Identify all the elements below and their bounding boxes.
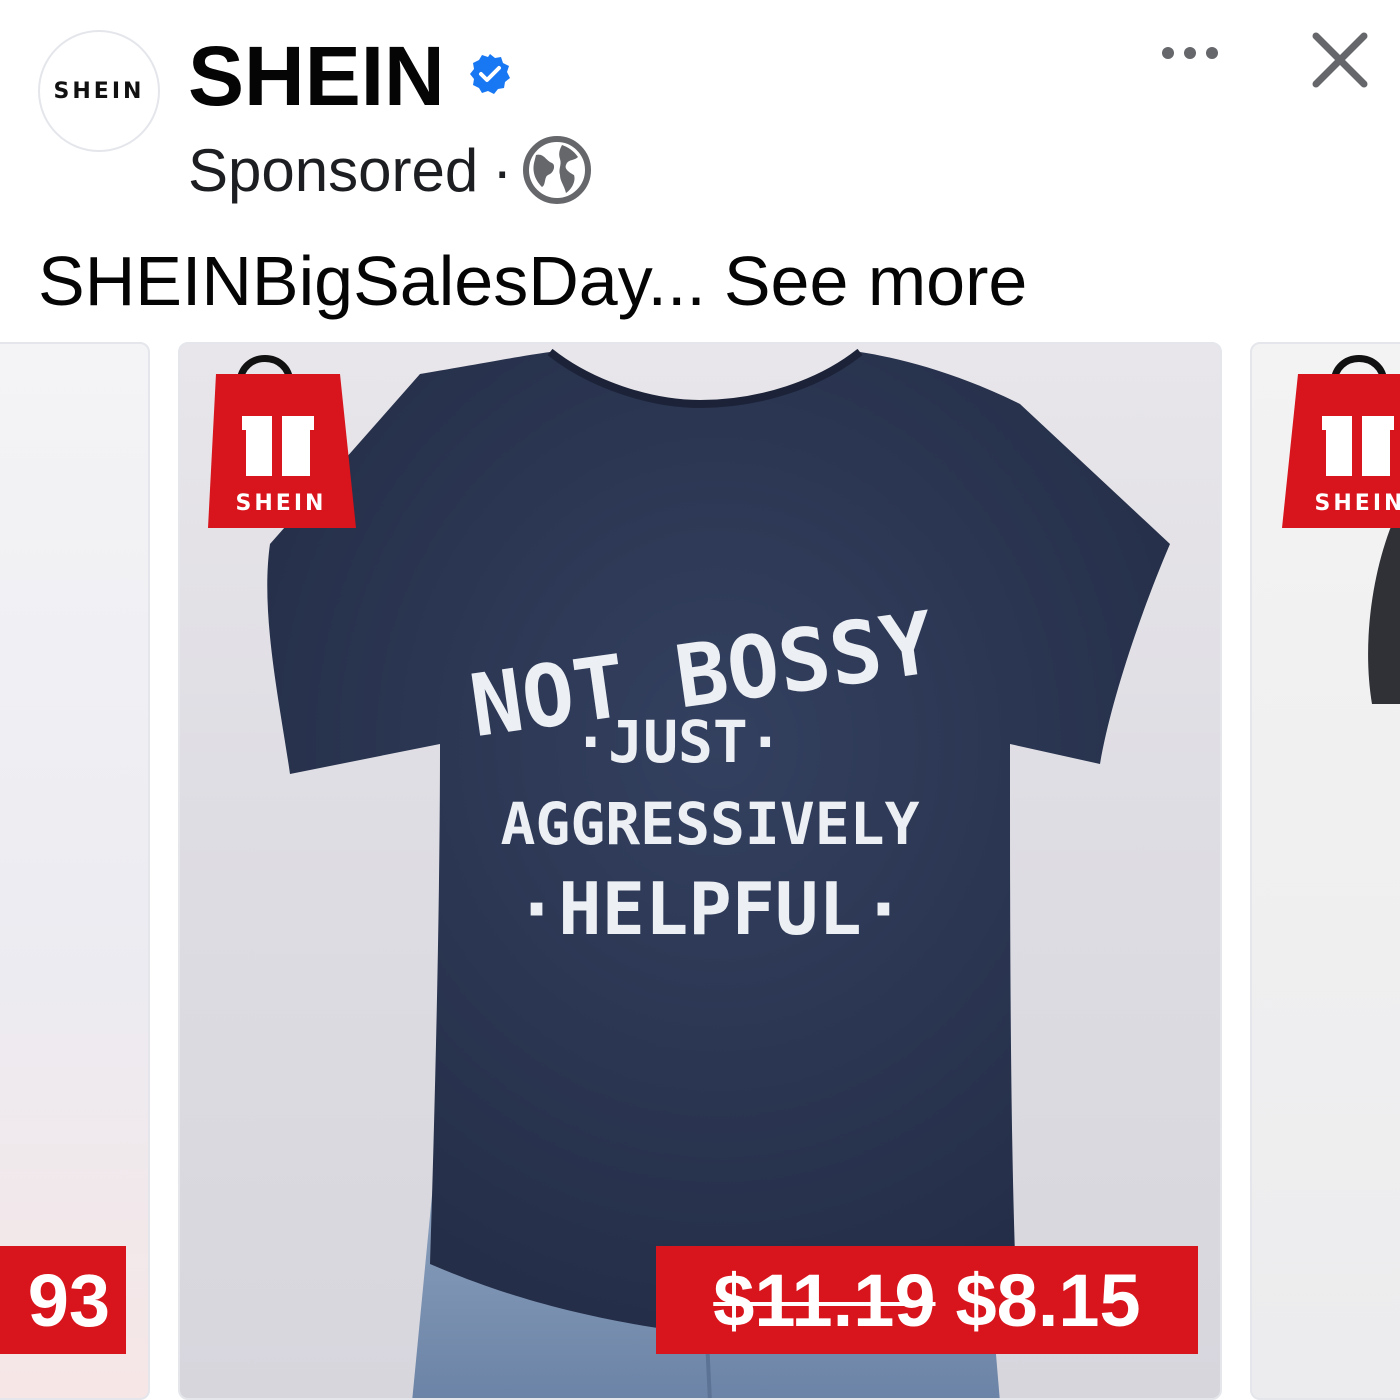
close-icon[interactable] bbox=[1300, 20, 1380, 100]
shirt-text-line-2: ·JUST· bbox=[573, 708, 783, 776]
price-tag-current: $11.19 $8.15 bbox=[656, 1246, 1198, 1354]
post-caption: SHEINBigSalesDay... See more bbox=[38, 238, 1027, 324]
shopping-bag-icon: SHEIN bbox=[1282, 355, 1400, 528]
avatar-logo-text: SHEIN bbox=[53, 78, 145, 104]
old-price: $11.19 bbox=[713, 1258, 936, 1342]
verified-badge-icon bbox=[470, 54, 510, 94]
more-dot bbox=[1162, 47, 1174, 59]
shirt-text-line-4: ·HELPFUL· bbox=[515, 867, 905, 951]
more-options-icon[interactable] bbox=[1150, 30, 1230, 76]
page-name-link[interactable]: SHEIN bbox=[188, 28, 445, 124]
shirt-text-line-3: AGGRESSIVELY bbox=[500, 790, 919, 858]
see-more-link[interactable]: See more bbox=[724, 242, 1027, 320]
carousel-card-next[interactable]: SHEIN bbox=[1250, 342, 1400, 1400]
next-product-image: SHEIN bbox=[1282, 355, 1400, 704]
sale-price: $8.15 bbox=[955, 1258, 1141, 1342]
post-meta: Sponsored · bbox=[188, 132, 592, 208]
more-dot bbox=[1206, 47, 1218, 59]
globe-icon[interactable] bbox=[522, 135, 592, 205]
page-avatar[interactable]: SHEIN bbox=[38, 30, 160, 152]
bag-label-next: SHEIN bbox=[1315, 491, 1400, 516]
price-previous: 93 bbox=[27, 1258, 110, 1342]
sponsored-label[interactable]: Sponsored bbox=[188, 136, 478, 205]
shopping-bag-icon: SHEIN bbox=[208, 355, 356, 528]
meta-separator: · bbox=[492, 136, 513, 204]
caption-text: SHEINBigSalesDay... bbox=[38, 242, 706, 320]
more-dot bbox=[1184, 47, 1196, 59]
product-image: NOT BOSSY ·JUST· AGGRESSIVELY ·HELPFUL· … bbox=[208, 348, 1171, 1398]
carousel-card-current[interactable]: NOT BOSSY ·JUST· AGGRESSIVELY ·HELPFUL· … bbox=[178, 342, 1222, 1400]
bag-label-current: SHEIN bbox=[236, 491, 327, 516]
carousel-card-previous[interactable] bbox=[0, 342, 150, 1400]
price-tag-previous: 93 bbox=[0, 1246, 126, 1354]
